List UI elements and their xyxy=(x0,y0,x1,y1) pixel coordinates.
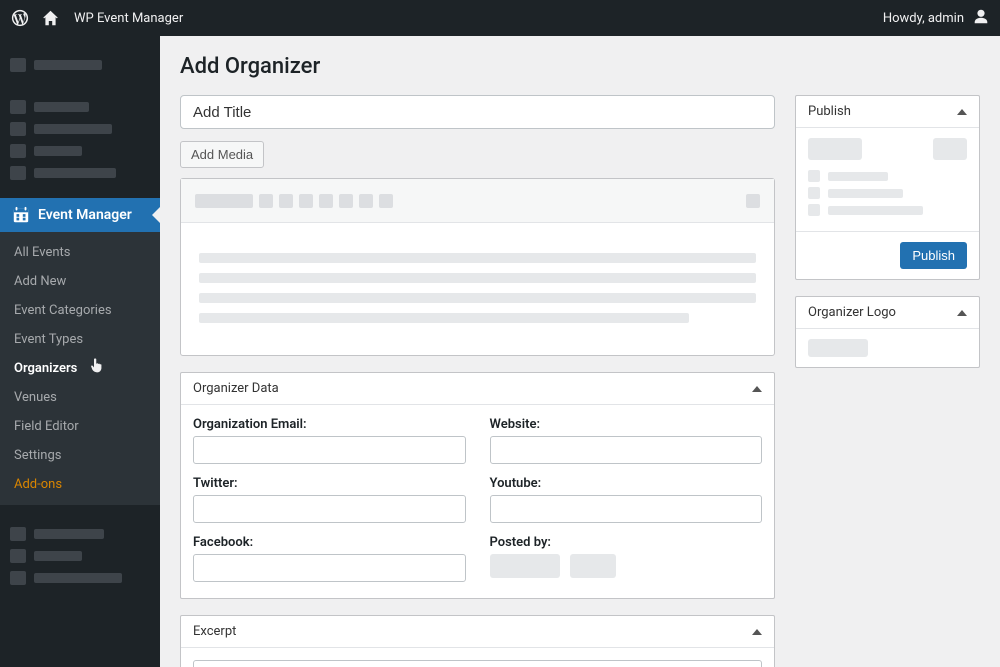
input-twitter[interactable] xyxy=(193,495,466,523)
greeting-text[interactable]: Howdy, admin xyxy=(883,11,964,26)
title-input[interactable] xyxy=(180,95,775,129)
save-draft-placeholder[interactable] xyxy=(808,138,862,160)
sidebar-active-label: Event Manager xyxy=(38,207,132,223)
sidebar-sub-add-ons[interactable]: Add-ons xyxy=(0,470,160,499)
main-column: Add Media xyxy=(180,95,775,667)
sidebar-group-2 xyxy=(0,90,160,198)
input-facebook[interactable] xyxy=(193,554,466,582)
set-logo-link[interactable] xyxy=(808,339,868,357)
label-email: Organization Email: xyxy=(193,417,466,432)
excerpt-title: Excerpt xyxy=(193,624,236,639)
label-facebook: Facebook: xyxy=(193,535,466,550)
excerpt-textarea[interactable] xyxy=(193,660,762,667)
collapse-toggle-icon[interactable] xyxy=(752,629,762,635)
admin-bar-right: Howdy, admin xyxy=(883,7,990,29)
admin-bar-left: WP Event Manager xyxy=(10,8,183,28)
collapse-toggle-icon[interactable] xyxy=(752,386,762,392)
label-twitter: Twitter: xyxy=(193,476,466,491)
main-container: Event Manager All EventsAdd NewEvent Cat… xyxy=(0,36,1000,667)
site-title[interactable]: WP Event Manager xyxy=(70,11,183,26)
collapse-toggle-icon[interactable] xyxy=(957,109,967,115)
sidebar-sub-field-editor[interactable]: Field Editor xyxy=(0,412,160,441)
side-column: Publish Publish xyxy=(795,95,980,384)
sidebar-sub-venues[interactable]: Venues xyxy=(0,383,160,412)
wordpress-icon[interactable] xyxy=(10,8,30,28)
sidebar-pointer-icon xyxy=(152,207,160,223)
sidebar-sub-event-types[interactable]: Event Types xyxy=(0,325,160,354)
input-organization-email[interactable] xyxy=(193,436,466,464)
sidebar-submenu: All EventsAdd NewEvent CategoriesEvent T… xyxy=(0,232,160,505)
organizer-data-title: Organizer Data xyxy=(193,381,279,396)
sidebar-sub-organizers[interactable]: Organizers xyxy=(0,354,160,383)
sidebar-item-event-manager[interactable]: Event Manager xyxy=(0,198,160,232)
publish-title: Publish xyxy=(808,104,851,119)
calendar-icon xyxy=(12,206,30,224)
wysiwyg-editor[interactable] xyxy=(180,178,775,356)
editor-toolbar xyxy=(181,179,774,223)
posted-by-select[interactable] xyxy=(490,554,560,578)
sidebar-sub-all-events[interactable]: All Events xyxy=(0,238,160,267)
publish-box: Publish Publish xyxy=(795,95,980,280)
admin-sidebar: Event Manager All EventsAdd NewEvent Cat… xyxy=(0,36,160,667)
sidebar-sub-settings[interactable]: Settings xyxy=(0,441,160,470)
add-media-button[interactable]: Add Media xyxy=(180,141,264,168)
sidebar-sub-add-new[interactable]: Add New xyxy=(0,267,160,296)
preview-placeholder[interactable] xyxy=(933,138,967,160)
sidebar-top-group xyxy=(0,44,160,90)
admin-bar: WP Event Manager Howdy, admin xyxy=(0,0,1000,36)
avatar-icon[interactable] xyxy=(972,7,990,29)
collapse-toggle-icon[interactable] xyxy=(957,310,967,316)
label-website: Website: xyxy=(490,417,763,432)
page-title: Add Organizer xyxy=(180,54,980,79)
hand-cursor-icon xyxy=(89,357,105,379)
sidebar-bottom-group xyxy=(0,505,160,603)
input-website[interactable] xyxy=(490,436,763,464)
editor-body[interactable] xyxy=(181,223,774,355)
input-youtube[interactable] xyxy=(490,495,763,523)
label-youtube: Youtube: xyxy=(490,476,763,491)
posted-by-button[interactable] xyxy=(570,554,616,578)
excerpt-box: Excerpt xyxy=(180,615,775,667)
organizer-logo-title: Organizer Logo xyxy=(808,305,896,320)
organizer-data-box: Organizer Data Organization Email: Websi… xyxy=(180,372,775,599)
label-posted-by: Posted by: xyxy=(490,535,763,550)
publish-button[interactable]: Publish xyxy=(900,242,967,269)
organizer-logo-box: Organizer Logo xyxy=(795,296,980,368)
home-icon[interactable] xyxy=(40,8,60,28)
sidebar-sub-event-categories[interactable]: Event Categories xyxy=(0,296,160,325)
content-area: Add Organizer Add Media xyxy=(160,36,1000,667)
